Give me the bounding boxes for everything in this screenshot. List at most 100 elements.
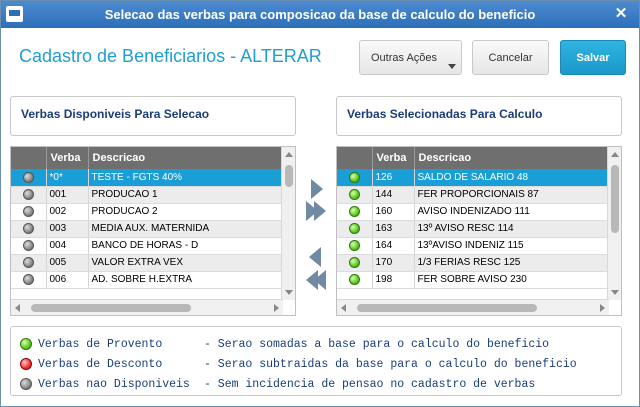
gray-status-icon [22, 188, 34, 200]
status-cell [337, 203, 373, 221]
descricao-cell: 13ºAVISO INDENIZ 115 [414, 237, 609, 255]
column-header-verba[interactable]: Verba [372, 147, 415, 169]
green-status-icon [348, 239, 360, 251]
add-all-button[interactable] [301, 200, 331, 222]
table-row[interactable]: 005 VALOR EXTRA VEX [11, 254, 283, 272]
window-title: Selecao das verbas para composicao da ba… [104, 7, 536, 22]
verba-cell: 005 [46, 254, 89, 272]
vertical-scrollbar[interactable] [607, 147, 621, 300]
scroll-right-icon[interactable] [600, 304, 605, 312]
scroll-left-icon[interactable] [15, 304, 20, 312]
gray-status-icon [22, 273, 34, 285]
double-arrow-right-icon [314, 201, 326, 221]
gray-status-icon [22, 239, 34, 251]
selected-rows: 126 SALDO DE SALARIO 48 144 FER PROPORCIONA… [337, 169, 609, 289]
page-title: Cadastro de Beneficiarios - ALTERAR [19, 46, 322, 66]
column-header-descricao[interactable]: Descricao [414, 147, 609, 169]
legend-description: - Serao somadas a base para o calculo do… [204, 337, 550, 351]
column-header-status[interactable] [11, 147, 47, 169]
legend-item-nao-disponiveis: Verbas nao Disponiveis - Sem incidencia … [20, 375, 535, 393]
status-cell [337, 220, 373, 238]
column-header-status[interactable] [337, 147, 373, 169]
table-row[interactable]: *0* TESTE - FGTS 40% [11, 169, 283, 187]
horizontal-scrollbar[interactable] [11, 299, 283, 315]
green-status-icon [348, 256, 360, 268]
descricao-cell: PRODUCAO 2 [88, 203, 283, 221]
green-status-icon [348, 188, 360, 200]
table-row[interactable]: 004 BANCO DE HORAS - D [11, 237, 283, 255]
scroll-up-icon[interactable] [611, 152, 619, 157]
legend-box: Verbas de Provento - Serao somadas a bas… [10, 326, 622, 396]
verba-cell: 170 [372, 254, 415, 272]
legend-description: - Sem incidencia de pensao no cadastro d… [204, 377, 536, 391]
verba-cell: 002 [46, 203, 89, 221]
status-cell [337, 169, 373, 187]
table-row[interactable]: 002 PRODUCAO 2 [11, 203, 283, 221]
chevron-down-icon [448, 64, 456, 69]
close-icon[interactable]: ✕ [611, 4, 631, 24]
scroll-thumb[interactable] [611, 165, 619, 233]
vertical-scrollbar[interactable] [281, 147, 295, 300]
verba-cell: 163 [372, 220, 415, 238]
save-button[interactable]: Salvar [560, 40, 626, 75]
column-header-verba[interactable]: Verba [46, 147, 89, 169]
green-status-icon [348, 171, 360, 183]
arrow-left-icon [309, 247, 321, 267]
table-row[interactable]: 198 FER SOBRE AVISO 230 [337, 271, 609, 289]
table-row[interactable]: 001 PRODUCAO 1 [11, 186, 283, 204]
status-cell [11, 203, 47, 221]
scroll-right-icon[interactable] [274, 304, 279, 312]
table-row[interactable]: 170 1/3 FERIAS RESC 125 [337, 254, 609, 272]
title-bar: Selecao das verbas para composicao da ba… [1, 1, 639, 28]
descricao-cell: VALOR EXTRA VEX [88, 254, 283, 272]
horizontal-scrollbar[interactable] [337, 299, 609, 315]
descricao-cell: MEDIA AUX. MATERNIDA [88, 220, 283, 238]
scroll-thumb[interactable] [285, 165, 293, 187]
green-status-icon [348, 273, 360, 285]
legend-name: Verbas de Provento [38, 337, 163, 351]
gray-status-icon [22, 205, 34, 217]
available-verbas-grid[interactable]: Verba Descricao *0* TESTE - FGTS 40% 001 PR… [10, 146, 296, 316]
descricao-cell: PRODUCAO 1 [88, 186, 283, 204]
available-rows: *0* TESTE - FGTS 40% 001 PRODUCAO 1 002 PRODU… [11, 169, 283, 289]
outras-acoes-label: Outras Ações [371, 51, 438, 64]
status-cell [337, 237, 373, 255]
table-row[interactable]: 126 SALDO DE SALARIO 48 [337, 169, 609, 187]
legend-item-provento: Verbas de Provento - Serao somadas a bas… [20, 335, 549, 353]
add-selected-button[interactable] [301, 178, 331, 200]
cancel-button[interactable]: Cancelar [472, 40, 549, 75]
descricao-cell: BANCO DE HORAS - D [88, 237, 283, 255]
table-row[interactable]: 144 FER PROPORCIONAIS 87 [337, 186, 609, 204]
remove-all-button[interactable] [301, 269, 331, 291]
verba-cell: 001 [46, 186, 89, 204]
descricao-cell: SALDO DE SALARIO 48 [414, 169, 609, 187]
scroll-left-icon[interactable] [341, 304, 346, 312]
legend-name: Verbas nao Disponiveis [38, 377, 190, 391]
verba-cell: 164 [372, 237, 415, 255]
table-row[interactable]: 164 13ºAVISO INDENIZ 115 [337, 237, 609, 255]
column-header-descricao[interactable]: Descricao [88, 147, 283, 169]
verba-cell: 003 [46, 220, 89, 238]
arrow-right-icon [311, 179, 323, 199]
remove-selected-button[interactable] [301, 246, 331, 268]
scroll-thumb[interactable] [357, 304, 537, 312]
scroll-down-icon[interactable] [285, 290, 293, 295]
table-row[interactable]: 006 AD. SOBRE H.EXTRA [11, 271, 283, 289]
table-row[interactable]: 160 AVISO INDENIZADO 111 [337, 203, 609, 221]
scroll-thumb[interactable] [31, 304, 191, 312]
status-cell [337, 186, 373, 204]
grid-header: Verba Descricao [337, 147, 609, 169]
scroll-up-icon[interactable] [285, 152, 293, 157]
outras-acoes-button[interactable]: Outras Ações [359, 40, 462, 75]
scroll-down-icon[interactable] [611, 290, 619, 295]
legend-description: - Serao subtraidas da base para o calcul… [204, 357, 577, 371]
descricao-cell: 1/3 FERIAS RESC 125 [414, 254, 609, 272]
status-cell [11, 220, 47, 238]
verba-cell: 006 [46, 271, 89, 289]
table-row[interactable]: 163 13º AVISO RESC 114 [337, 220, 609, 238]
green-status-icon [348, 205, 360, 217]
descricao-cell: 13º AVISO RESC 114 [414, 220, 609, 238]
selected-verbas-grid[interactable]: Verba Descricao 126 SALDO DE SALARIO 48 14… [336, 146, 622, 316]
table-row[interactable]: 003 MEDIA AUX. MATERNIDA [11, 220, 283, 238]
descricao-cell: FER PROPORCIONAIS 87 [414, 186, 609, 204]
